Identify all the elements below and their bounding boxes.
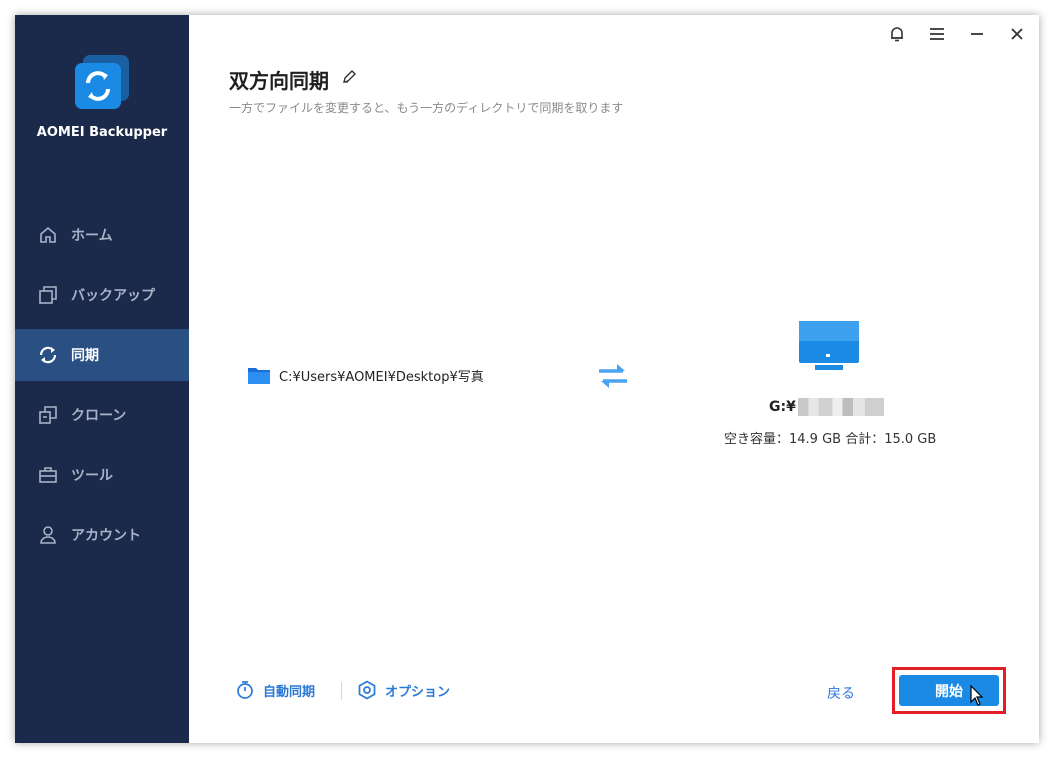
sidebar: AOMEI Backupper ホーム バックアップ 同期 クローン ツール ア… <box>15 15 189 743</box>
page-subtitle: 一方でファイルを変更すると、もう一方のディレクトリで同期を取ります <box>229 101 624 115</box>
home-icon <box>37 224 59 246</box>
sidebar-item-label: バックアップ <box>71 288 155 304</box>
sidebar-item-backup[interactable]: バックアップ <box>15 269 189 321</box>
tools-icon <box>37 464 59 486</box>
destination-label: G:¥ <box>769 398 899 416</box>
sidebar-item-label: アカウント <box>71 528 141 544</box>
account-icon <box>37 524 59 546</box>
menu-icon[interactable] <box>927 23 947 45</box>
sidebar-item-label: ツール <box>71 468 113 484</box>
source-folder[interactable]: C:¥Users¥AOMEI¥Desktop¥写真 <box>247 365 484 385</box>
redacted-path <box>797 398 884 416</box>
close-icon[interactable] <box>1007 23 1027 45</box>
start-button[interactable]: 開始 <box>899 675 999 706</box>
two-way-sync-icon <box>599 364 627 388</box>
window-controls <box>887 23 1027 45</box>
mouse-cursor-icon <box>970 685 984 706</box>
minimize-icon[interactable] <box>967 23 987 45</box>
destination-space-info: 空き容量：14.9 GB 合計：15.0 GB <box>724 432 937 447</box>
main-panel: 双方向同期 一方でファイルを変更すると、もう一方のディレクトリで同期を取ります … <box>189 15 1039 743</box>
sidebar-item-clone[interactable]: クローン <box>15 389 189 441</box>
options-label: オプション <box>385 684 451 700</box>
sidebar-item-home[interactable]: ホーム <box>15 209 189 261</box>
folder-icon <box>248 368 270 384</box>
sidebar-item-account[interactable]: アカウント <box>15 509 189 561</box>
clone-icon <box>37 404 59 426</box>
app-logo-icon <box>75 55 129 109</box>
sidebar-item-sync[interactable]: 同期 <box>15 329 189 381</box>
sidebar-item-label: ホーム <box>71 228 113 244</box>
footer-divider <box>341 682 342 700</box>
settings-hexagon-icon <box>358 680 376 700</box>
monitor-icon[interactable] <box>797 320 861 372</box>
options-button[interactable]: オプション <box>357 680 450 700</box>
source-path: C:¥Users¥AOMEI¥Desktop¥写真 <box>279 369 484 385</box>
edit-pencil-icon[interactable] <box>341 69 357 85</box>
sync-icon <box>37 344 59 366</box>
sidebar-item-label: 同期 <box>71 348 99 364</box>
auto-sync-label: 自動同期 <box>263 684 316 700</box>
sidebar-item-tools[interactable]: ツール <box>15 449 189 501</box>
auto-sync-button[interactable]: 自動同期 <box>235 680 315 700</box>
bell-icon[interactable] <box>887 23 907 45</box>
destination-drive: G:¥ <box>769 399 796 415</box>
backup-icon <box>37 284 59 306</box>
app-window: AOMEI Backupper ホーム バックアップ 同期 クローン ツール ア… <box>15 15 1039 743</box>
sidebar-item-label: クローン <box>71 408 127 424</box>
app-name: AOMEI Backupper <box>36 125 168 140</box>
page-title: 双方向同期 <box>229 69 329 93</box>
timer-icon <box>237 681 253 699</box>
back-button[interactable]: 戻る <box>827 683 855 703</box>
